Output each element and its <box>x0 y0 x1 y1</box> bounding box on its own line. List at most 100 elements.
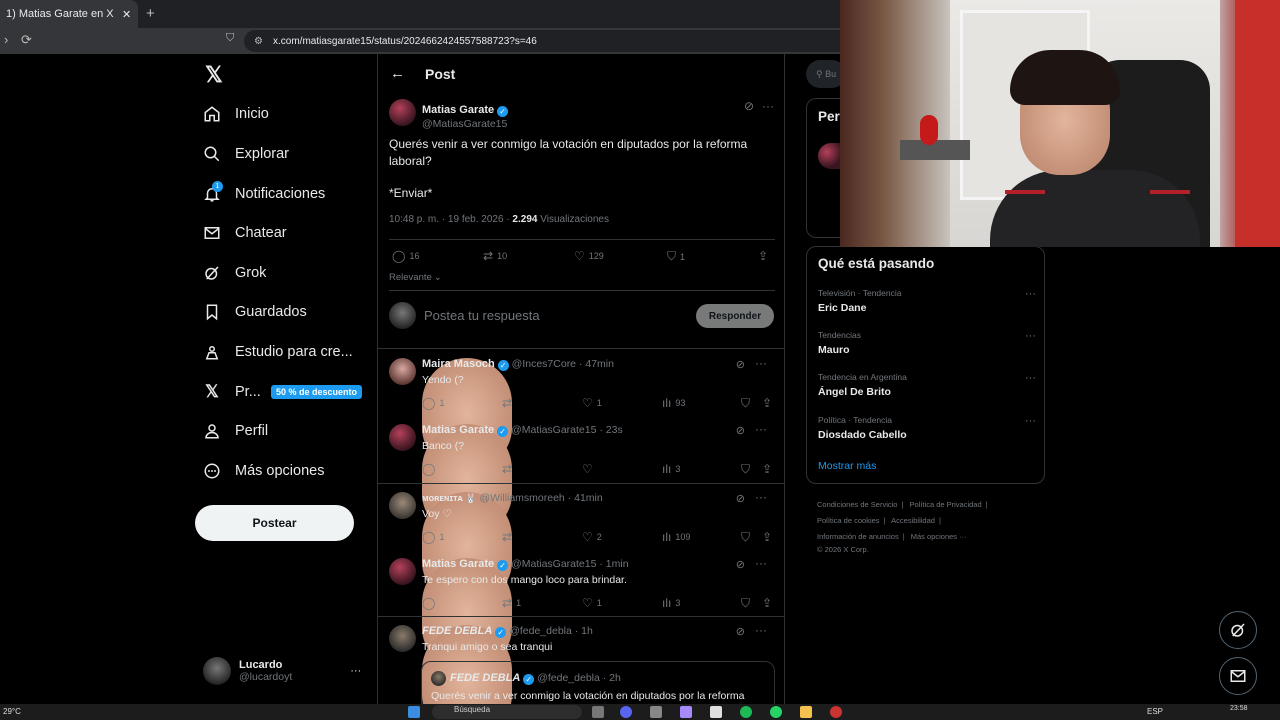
avatar[interactable] <box>389 492 416 519</box>
nav-home[interactable]: Inicio <box>201 99 269 129</box>
nav-chat[interactable]: Chatear <box>201 218 287 248</box>
share-action[interactable]: ⇪ <box>762 462 776 476</box>
footer-link[interactable]: Más opciones ··· <box>911 532 967 541</box>
weather-widget[interactable]: 29°C <box>3 707 21 716</box>
reply-author[interactable]: ᴍᴏʀᴇɴɪᴛᴀ 🐰 <box>422 493 477 503</box>
repost-action[interactable]: ⇄ 1 <box>502 596 521 610</box>
site-info-icon[interactable]: ⚙ <box>254 36 263 47</box>
footer-link[interactable]: Condiciones de Servicio <box>817 500 897 509</box>
nav-grok[interactable]: Grok <box>201 258 266 288</box>
footer-link[interactable]: Accesibilidad <box>891 516 935 525</box>
share-action[interactable]: ⇪ <box>758 249 772 263</box>
share-action[interactable]: ⇪ <box>762 396 776 410</box>
reply-action[interactable]: ◯ <box>422 462 439 476</box>
account-menu-icon[interactable]: ··· <box>350 665 361 677</box>
reply-action[interactable]: ◯ 16 <box>392 249 419 263</box>
browser-tab[interactable]: 1) Matias Garate en X: "Querés ✕ <box>0 0 138 28</box>
reply-author[interactable]: Matias Garate <box>422 424 494 436</box>
quoted-post[interactable]: FEDE DEBLA ✓ @fede_debla · 2h Querés veni… <box>421 661 775 704</box>
reply-author[interactable]: Matias Garate <box>422 558 494 570</box>
url-field[interactable]: ⚙ x.com/matiasgarate15/status/2024662424… <box>244 30 840 52</box>
messages-fab-icon[interactable] <box>1219 657 1257 695</box>
windows-start-icon[interactable] <box>408 706 420 718</box>
share-action[interactable]: ⇪ <box>762 530 776 544</box>
clock-time[interactable]: 23:58 <box>1230 705 1248 712</box>
file-icon[interactable] <box>592 706 604 718</box>
views-action[interactable]: ılı 3 <box>662 462 680 476</box>
reply-action[interactable]: ◯ 1 <box>422 530 444 544</box>
footer-link[interactable]: Política de cookies <box>817 516 880 525</box>
close-tab-icon[interactable]: ✕ <box>122 8 131 21</box>
views-action[interactable]: ılı 93 <box>662 396 685 410</box>
post-button[interactable]: Postear <box>195 505 354 541</box>
grok-icon[interactable]: ⊘ <box>736 424 745 437</box>
repost-action[interactable]: ⇄ 10 <box>483 249 507 263</box>
more-icon[interactable]: ··· <box>755 490 767 504</box>
reload-icon[interactable]: ⟳ <box>21 32 32 48</box>
nav-more-options[interactable]: Más opciones <box>201 456 324 486</box>
repost-action[interactable]: ⇄ <box>502 462 516 476</box>
trend-item[interactable]: Televisión · Tendencia Eric Dane ··· <box>818 288 1036 314</box>
more-icon[interactable]: ··· <box>1025 288 1036 300</box>
avatar[interactable] <box>389 99 416 126</box>
x-logo-icon[interactable]: 𝕏 <box>205 62 223 88</box>
new-tab-button[interactable]: + <box>146 5 155 22</box>
post-time[interactable]: 10:48 p. m. · 19 feb. 2026 · <box>389 214 512 225</box>
bookmark-action[interactable]: ⛉ <box>741 462 754 477</box>
grok-icon[interactable]: ⊘ <box>736 558 745 571</box>
more-icon[interactable]: ··· <box>755 556 767 570</box>
reply-action[interactable]: ◯ 1 <box>422 396 444 410</box>
footer-link[interactable]: Política de Privacidad <box>910 500 982 509</box>
footer-link[interactable]: Información de anuncios <box>817 532 899 541</box>
more-icon[interactable]: ··· <box>762 99 774 113</box>
nav-creator-studio[interactable]: Estudio para cre... <box>201 337 353 367</box>
nav-explore[interactable]: Explorar <box>201 139 289 169</box>
more-icon[interactable]: ··· <box>1025 372 1036 384</box>
forward-icon[interactable]: › <box>4 32 8 47</box>
like-action[interactable]: ♡ <box>582 462 597 476</box>
account-switcher[interactable]: Lucardo @lucardoyt ··· <box>203 657 361 685</box>
like-action[interactable]: ♡ 1 <box>582 396 602 410</box>
avatar[interactable] <box>389 558 416 585</box>
bookmark-action[interactable]: ⛉ 1 <box>667 249 685 264</box>
more-icon[interactable]: ··· <box>755 623 767 637</box>
browser-icon[interactable] <box>710 706 722 718</box>
discord-icon[interactable] <box>620 706 632 718</box>
avatar[interactable] <box>389 358 416 385</box>
repost-action[interactable]: ⇄ <box>502 530 516 544</box>
sort-dropdown[interactable]: Relevante ⌄ <box>389 272 442 283</box>
nav-premium[interactable]: 𝕏 Pr... <box>201 377 261 407</box>
avatar[interactable] <box>389 424 416 451</box>
views-action[interactable]: ılı 3 <box>662 596 680 610</box>
more-icon[interactable]: ··· <box>1025 330 1036 342</box>
bookmark-action[interactable]: ⛉ <box>741 596 754 611</box>
bookmark-page-icon[interactable]: ⛉ <box>226 32 234 45</box>
back-arrow-icon[interactable]: ← <box>390 65 405 82</box>
nav-bookmarks[interactable]: Guardados <box>201 297 307 327</box>
whatsapp-icon[interactable] <box>770 706 782 718</box>
app-icon[interactable] <box>680 706 692 718</box>
nav-notifications[interactable]: 1 Notificaciones <box>201 179 325 209</box>
more-icon[interactable]: ··· <box>755 356 767 370</box>
more-icon[interactable]: ··· <box>1025 415 1036 427</box>
show-more-link[interactable]: Mostrar más <box>818 460 876 472</box>
folder-icon[interactable] <box>800 706 812 718</box>
trend-item[interactable]: Tendencia en Argentina Ángel De Brito ··… <box>818 372 1036 398</box>
more-icon[interactable]: ··· <box>755 422 767 436</box>
taskbar-search[interactable]: Búsqueda <box>432 705 582 719</box>
share-action[interactable]: ⇪ <box>762 596 776 610</box>
language-indicator[interactable]: ESP <box>1147 707 1163 716</box>
like-action[interactable]: ♡ 1 <box>582 596 602 610</box>
bookmark-action[interactable]: ⛉ <box>741 396 754 411</box>
app-icon[interactable] <box>650 706 662 718</box>
grok-icon[interactable]: ⊘ <box>736 492 745 505</box>
trend-item[interactable]: Tendencias Mauro ··· <box>818 330 1036 356</box>
app-icon[interactable] <box>830 706 842 718</box>
grok-icon[interactable]: ⊘ <box>736 625 745 638</box>
views-action[interactable]: ılı 109 <box>662 530 690 544</box>
like-action[interactable]: ♡ 129 <box>574 249 604 263</box>
reply-input[interactable]: Postea tu respuesta <box>424 308 540 323</box>
grok-icon[interactable]: ⊘ <box>736 358 745 371</box>
reply-submit-button[interactable]: Responder <box>696 304 774 328</box>
like-action[interactable]: ♡ 2 <box>582 530 602 544</box>
